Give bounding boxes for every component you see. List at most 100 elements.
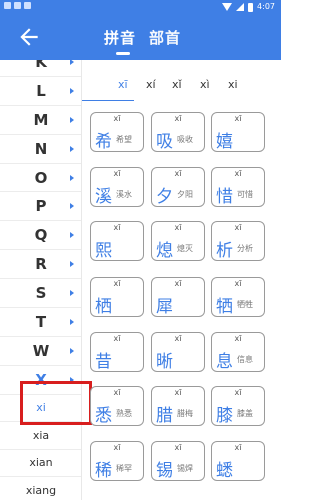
character-card[interactable]: xī 夕夕阳 bbox=[151, 167, 205, 207]
sidebar-letter-q[interactable]: Q bbox=[0, 221, 81, 251]
card-pinyin: xī bbox=[113, 388, 121, 397]
character-card[interactable]: xī 析分析 bbox=[211, 221, 265, 261]
character-card[interactable]: xī 吸吸收 bbox=[151, 112, 205, 152]
tone-tab-4[interactable]: xi bbox=[228, 78, 238, 91]
letter-label: Q bbox=[34, 226, 48, 245]
card-pinyin: xī bbox=[234, 223, 242, 232]
character-card[interactable]: xī 昔 bbox=[90, 332, 144, 372]
card-example-word: 稀罕 bbox=[116, 464, 132, 473]
card-character: 犀 bbox=[156, 297, 173, 317]
character-card[interactable]: xī 惜可惜 bbox=[211, 167, 265, 207]
card-pinyin: xī bbox=[174, 388, 182, 397]
highlight-box bbox=[20, 381, 92, 425]
tone-tab-2[interactable]: xǐ bbox=[172, 78, 182, 91]
chevron-right-icon bbox=[70, 116, 74, 123]
chevron-right-icon bbox=[70, 261, 74, 268]
card-pinyin: xī bbox=[113, 114, 121, 123]
character-card[interactable]: xī 悉熟悉 bbox=[90, 386, 144, 426]
tone-tab-1[interactable]: xí bbox=[146, 78, 156, 91]
character-card[interactable]: xī 息信息 bbox=[211, 332, 265, 372]
character-card[interactable]: xī 熙 bbox=[90, 221, 144, 261]
wifi-icon bbox=[222, 3, 233, 11]
status-bar: 4:07 bbox=[0, 0, 281, 14]
tone-tab-indicator bbox=[82, 100, 134, 101]
card-pinyin: xī bbox=[174, 114, 182, 123]
card-example-word: 腊梅 bbox=[177, 409, 193, 418]
chevron-right-icon bbox=[70, 87, 74, 94]
chevron-right-icon bbox=[70, 347, 74, 354]
chevron-right-icon bbox=[70, 319, 74, 326]
character-card[interactable]: xī 蟋 bbox=[211, 441, 265, 481]
card-example-word: 溪水 bbox=[116, 190, 132, 199]
sidebar-letter-t[interactable]: T bbox=[0, 308, 81, 337]
arrow-left-icon bbox=[20, 28, 38, 46]
card-character: 析 bbox=[216, 241, 233, 261]
sidebar-letter-w[interactable]: W bbox=[0, 337, 81, 366]
back-button[interactable] bbox=[16, 24, 42, 50]
sidebar-syllable-xia[interactable]: xia bbox=[0, 422, 81, 450]
sidebar-letter-s[interactable]: S bbox=[0, 279, 81, 309]
card-character: 膝 bbox=[216, 406, 233, 426]
character-card[interactable]: xī 栖 bbox=[90, 277, 144, 317]
card-character: 息 bbox=[216, 352, 233, 372]
character-card[interactable]: xī 晰 bbox=[151, 332, 205, 372]
card-pinyin: xī bbox=[234, 443, 242, 452]
sidebar-letter-m[interactable]: M bbox=[0, 106, 81, 135]
character-card[interactable]: xī 锡锡焊 bbox=[151, 441, 205, 481]
card-character: 希 bbox=[95, 132, 112, 152]
character-card[interactable]: xī 希希望 bbox=[90, 112, 144, 152]
card-pinyin: xī bbox=[234, 169, 242, 178]
card-example-word: 信息 bbox=[237, 355, 253, 364]
chevron-right-icon bbox=[70, 232, 74, 239]
notification-icon bbox=[4, 2, 11, 9]
sidebar-letter-r[interactable]: R bbox=[0, 250, 81, 280]
card-pinyin: xī bbox=[113, 443, 121, 452]
card-pinyin: xī bbox=[174, 334, 182, 343]
character-card[interactable]: xī 溪溪水 bbox=[90, 167, 144, 207]
chevron-right-icon bbox=[70, 203, 74, 210]
letter-label: K bbox=[35, 60, 47, 71]
card-character: 吸 bbox=[156, 132, 173, 152]
character-card[interactable]: xī 犀 bbox=[151, 277, 205, 317]
character-card[interactable]: xī 牺牺牲 bbox=[211, 277, 265, 317]
tone-tabs: xī xí xǐ xì xi bbox=[90, 78, 281, 100]
card-character: 惜 bbox=[216, 187, 233, 207]
sidebar-letter-n[interactable]: N bbox=[0, 135, 81, 164]
card-example-word: 锡焊 bbox=[177, 464, 193, 473]
character-card[interactable]: xī 嬉 bbox=[211, 112, 265, 152]
tone-tab-0[interactable]: xī bbox=[118, 78, 128, 91]
card-example-word: 牺牲 bbox=[237, 300, 253, 309]
sidebar-letter-k[interactable]: K bbox=[0, 60, 81, 77]
character-card[interactable]: xī 稀稀罕 bbox=[90, 441, 144, 481]
tone-tab-3[interactable]: xì bbox=[200, 78, 210, 91]
card-example-word: 夕阳 bbox=[177, 190, 193, 199]
card-example-word: 熄灭 bbox=[177, 244, 193, 253]
card-pinyin: xī bbox=[234, 334, 242, 343]
card-pinyin: xī bbox=[113, 169, 121, 178]
character-card[interactable]: xī 熄熄灭 bbox=[151, 221, 205, 261]
card-pinyin: xī bbox=[174, 223, 182, 232]
sidebar-syllable-xiang[interactable]: xiang bbox=[0, 477, 81, 500]
notification-icons bbox=[4, 2, 31, 9]
chevron-right-icon bbox=[70, 174, 74, 181]
card-character: 晰 bbox=[156, 352, 173, 372]
sidebar-syllable-xian[interactable]: xian bbox=[0, 450, 81, 478]
card-pinyin: xī bbox=[113, 223, 121, 232]
app-bar: 拼音 部首 bbox=[0, 14, 281, 60]
character-card[interactable]: xī 腊腊梅 bbox=[151, 386, 205, 426]
tab-pinyin[interactable]: 拼音 bbox=[104, 27, 136, 48]
sidebar-letter-l[interactable]: L bbox=[0, 77, 81, 106]
card-character: 腊 bbox=[156, 406, 173, 426]
tab-bushou[interactable]: 部首 bbox=[149, 27, 181, 48]
card-pinyin: xī bbox=[234, 279, 242, 288]
notification-icon bbox=[14, 2, 21, 9]
sidebar-letter-o[interactable]: O bbox=[0, 164, 81, 193]
letter-sidebar[interactable]: K L M N O P Q R S T W Xxi xia xian xiang bbox=[0, 60, 82, 500]
letter-label: M bbox=[33, 110, 49, 129]
letter-label: P bbox=[35, 197, 47, 216]
card-character: 熄 bbox=[156, 241, 173, 261]
card-character: 熙 bbox=[95, 241, 112, 261]
sidebar-letter-p[interactable]: P bbox=[0, 192, 81, 222]
card-character: 蟋 bbox=[216, 461, 233, 481]
character-card[interactable]: xī 膝膝盖 bbox=[211, 386, 265, 426]
